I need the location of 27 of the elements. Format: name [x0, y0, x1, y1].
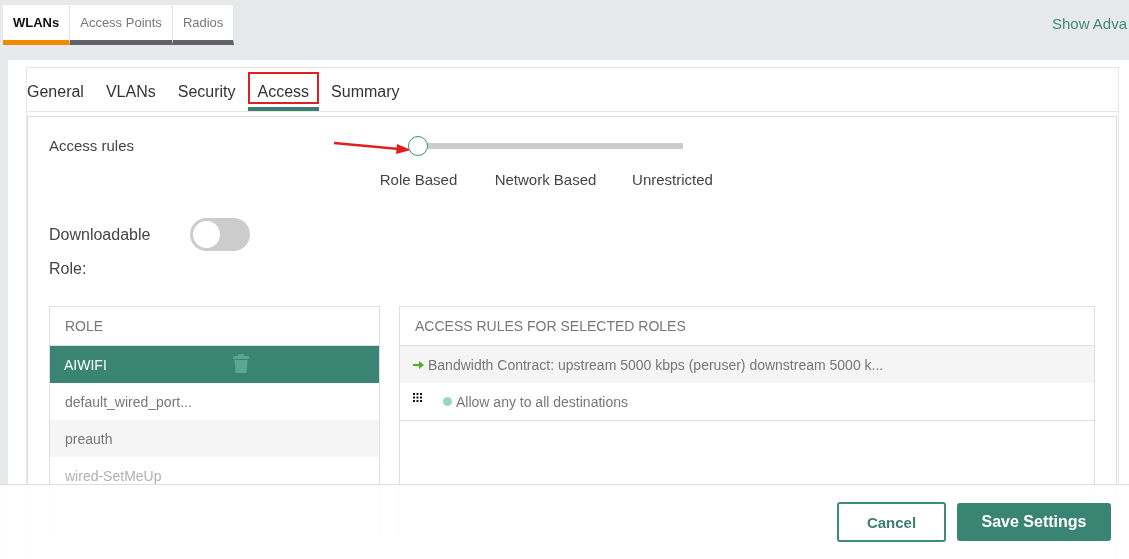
downloadable-role-label: Downloadable Role: — [49, 225, 152, 279]
slider-stop-label: Unrestricted — [631, 171, 714, 188]
role-item[interactable]: AIWIFI — [50, 346, 379, 383]
step-tab[interactable]: Security — [167, 68, 246, 111]
arrow-icon — [413, 359, 424, 370]
cancel-button[interactable]: Cancel — [837, 502, 946, 542]
top-tab[interactable]: Radios — [172, 5, 235, 45]
top-tab[interactable]: WLANs — [3, 5, 71, 45]
rule-text: Allow any to all destinations — [456, 393, 628, 410]
save-settings-button[interactable]: Save Settings — [957, 503, 1111, 541]
top-tab[interactable]: Access Points — [70, 5, 173, 45]
step-tab[interactable]: VLANs — [95, 68, 166, 111]
drag-handle-icon[interactable] — [413, 393, 422, 402]
access-rules-slider[interactable] — [408, 136, 683, 156]
role-item[interactable]: preauth — [50, 420, 379, 457]
access-rules-label: Access rules — [49, 137, 136, 156]
slider-stop-label: Role Based — [378, 171, 459, 188]
rule-text: Bandwidth Contract: upstream 5000 kbps (peruser) downstream 5000 k... — [428, 356, 884, 373]
slider-thumb[interactable] — [408, 136, 428, 156]
step-tab[interactable]: General — [27, 68, 94, 111]
show-advanced-link[interactable]: Show Adva — [1051, 15, 1127, 32]
step-tab[interactable]: Access — [247, 68, 320, 111]
downloadable-role-toggle[interactable] — [190, 218, 250, 251]
step-tab[interactable]: Summary — [321, 68, 410, 111]
delete-icon[interactable] — [233, 354, 249, 373]
status-dot — [443, 397, 452, 406]
slider-stop-label: Network Based — [493, 171, 598, 188]
